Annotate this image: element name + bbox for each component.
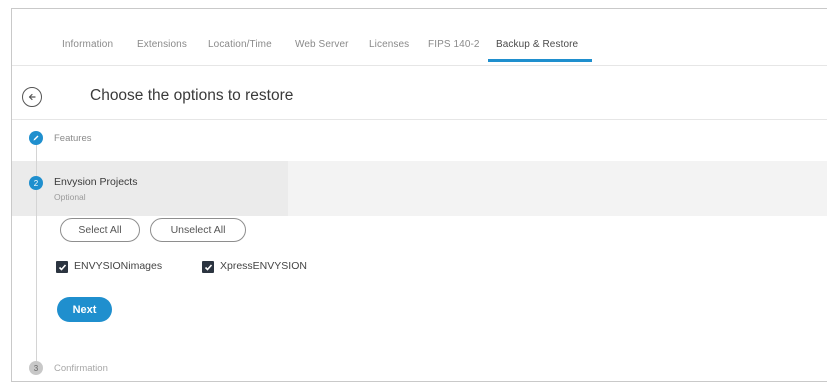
- back-button[interactable]: [22, 87, 42, 107]
- step-completed-icon: [29, 131, 43, 145]
- pencil-icon: [33, 135, 39, 141]
- active-step-highlight: [12, 161, 288, 216]
- tab-information[interactable]: Information: [62, 39, 113, 50]
- step-number: 2: [33, 178, 39, 188]
- active-tab-indicator: [488, 59, 592, 62]
- checkbox-envysionimages[interactable]: [56, 261, 68, 273]
- checkmark-icon: [58, 263, 66, 271]
- tab-extensions[interactable]: Extensions: [137, 39, 187, 50]
- tab-licenses[interactable]: Licenses: [369, 39, 409, 50]
- stepper-line: [36, 137, 37, 367]
- next-button[interactable]: Next: [57, 297, 112, 322]
- page-header: Choose the options to restore: [12, 66, 827, 120]
- step-sublabel-optional: Optional: [54, 192, 86, 202]
- tab-web-server[interactable]: Web Server: [295, 39, 349, 50]
- tab-bar: Information Extensions Location/Time Web…: [12, 9, 827, 66]
- tab-location-time[interactable]: Location/Time: [208, 39, 272, 50]
- option-label-xpressenvysion: XpressENVYSION: [220, 260, 307, 272]
- step-label-features[interactable]: Features: [54, 133, 92, 144]
- option-label-envysionimages: ENVYSIONimages: [74, 260, 163, 272]
- page-title: Choose the options to restore: [90, 87, 294, 104]
- settings-panel: Information Extensions Location/Time Web…: [11, 8, 827, 382]
- select-all-button[interactable]: Select All: [60, 218, 140, 242]
- step-number: 3: [33, 363, 39, 373]
- unselect-all-button[interactable]: Unselect All: [150, 218, 246, 242]
- step-label-confirmation[interactable]: Confirmation: [54, 363, 108, 374]
- tab-fips[interactable]: FIPS 140-2: [428, 39, 480, 50]
- step-number-badge: 3: [29, 361, 43, 375]
- step-number-badge: 2: [29, 176, 43, 190]
- checkmark-icon: [204, 263, 212, 271]
- step-label-envysion-projects: Envysion Projects: [54, 176, 138, 188]
- tab-backup-restore[interactable]: Backup & Restore: [496, 39, 578, 50]
- arrow-left-icon: [28, 93, 36, 101]
- checkbox-xpressenvysion[interactable]: [202, 261, 214, 273]
